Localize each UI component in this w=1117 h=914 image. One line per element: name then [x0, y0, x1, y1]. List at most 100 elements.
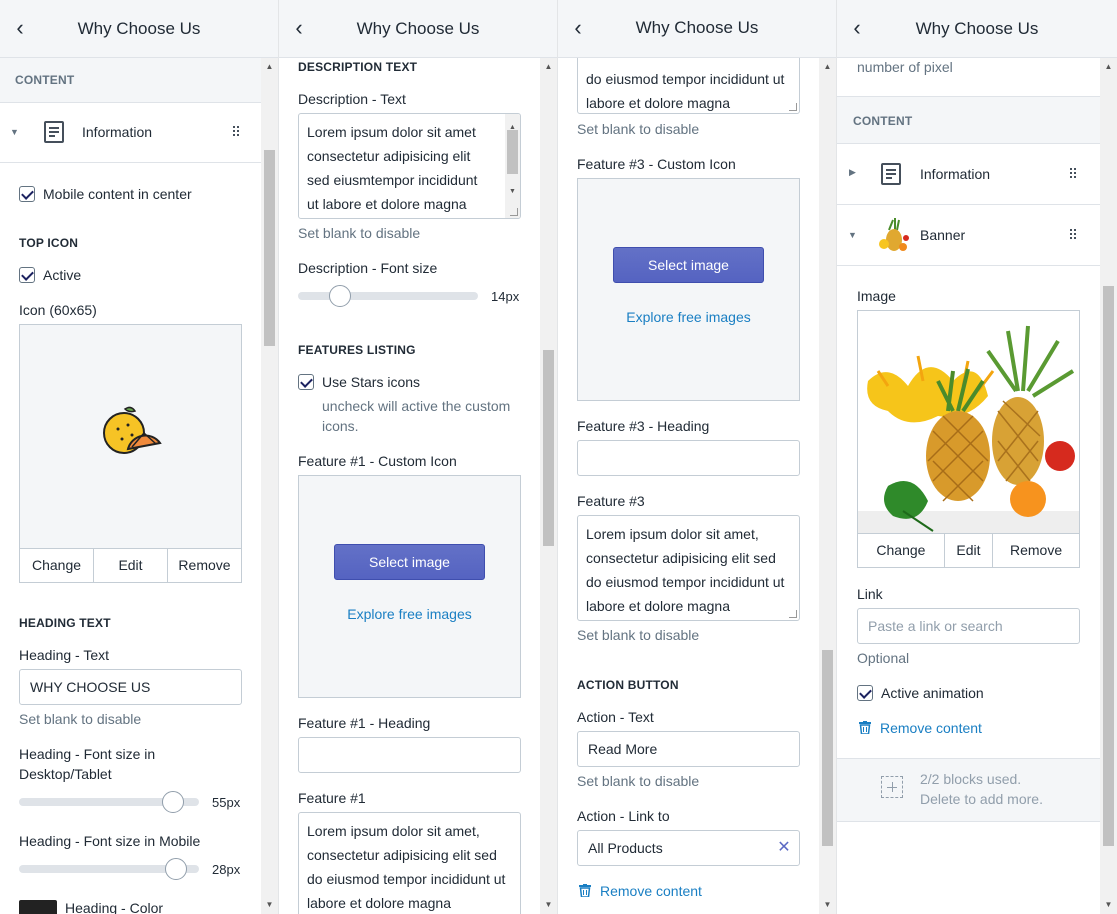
- feature1-heading-input[interactable]: [298, 737, 521, 773]
- trash-icon[interactable]: [579, 884, 591, 897]
- settings-panel-description: ‹ Why Choose Us DESCRIPTION TEXT Descrip…: [279, 0, 558, 914]
- remove-button[interactable]: Remove: [993, 534, 1079, 567]
- textarea-line: do eiusmod tempor incididunt ut: [307, 871, 506, 887]
- feature1-icon-label: Feature #1 - Custom Icon: [298, 453, 457, 469]
- font-desktop-value: 55px: [212, 795, 241, 810]
- feature3-icon-picker: Select image Explore free images: [577, 178, 800, 401]
- section-heading-text: HEADING TEXT: [19, 616, 111, 630]
- link-input[interactable]: Paste a link or search: [857, 608, 1080, 644]
- active-checkbox[interactable]: [19, 267, 35, 283]
- textarea-line: consectetur adipisicing elit sed: [586, 550, 776, 566]
- textarea-line: labore et dolore magna: [307, 895, 451, 911]
- feature3-heading-label: Feature #3 - Heading: [577, 418, 710, 434]
- feature1-icon-picker: Select image Explore free images: [298, 475, 521, 698]
- feature1-textarea[interactable]: Lorem ipsum dolor sit amet, consectetur …: [298, 812, 521, 914]
- remove-content-link[interactable]: Remove content: [880, 720, 982, 736]
- drag-handle-icon[interactable]: [1070, 229, 1078, 241]
- feature3-heading-input[interactable]: [577, 440, 800, 476]
- textarea-line: do eiusmod tempor incididunt ut: [586, 574, 785, 590]
- font-desktop-label-1: Heading - Font size in: [19, 746, 156, 762]
- trash-icon[interactable]: [859, 721, 871, 734]
- active-animation-checkbox[interactable]: [857, 685, 873, 701]
- image-label: Image: [857, 288, 896, 304]
- desc-font-track[interactable]: [298, 292, 478, 300]
- scrollbar[interactable]: ▲ ▼: [261, 58, 278, 914]
- textarea-line: labore et dolore magna: [586, 598, 730, 614]
- explore-free-images-link[interactable]: Explore free images: [299, 606, 520, 622]
- resize-grip[interactable]: [510, 208, 518, 216]
- resize-grip[interactable]: [789, 610, 797, 618]
- desc-font-value: 14px: [491, 289, 520, 304]
- select-image-button[interactable]: Select image: [334, 544, 485, 580]
- change-button[interactable]: Change: [858, 534, 945, 567]
- use-stars-label: Use Stars icons: [322, 374, 421, 390]
- feature3-textarea[interactable]: Lorem ipsum dolor sit amet, consectetur …: [577, 515, 800, 621]
- remove-content-link[interactable]: Remove content: [600, 883, 702, 899]
- fruit-splash-image: [858, 325, 1079, 533]
- description-help: Set blank to disable: [298, 225, 421, 241]
- action-link-input[interactable]: All Products ✕: [577, 830, 800, 866]
- panel-header: ‹ Why Choose Us: [837, 0, 1117, 58]
- mobile-center-label: Mobile content in center: [43, 186, 192, 202]
- orange-fruit-icon: [103, 406, 162, 454]
- scrollbar[interactable]: ▲ ▼: [540, 58, 557, 914]
- scrollbar[interactable]: ▲ ▼: [1100, 58, 1117, 914]
- textarea-line: ut labore et dolore magna: [307, 196, 467, 212]
- edit-button[interactable]: Edit: [945, 534, 994, 567]
- action-text-input[interactable]: Read More: [577, 731, 800, 767]
- explore-free-images-link[interactable]: Explore free images: [578, 309, 799, 325]
- icon-size-label: Icon (60x65): [19, 302, 97, 318]
- delete-more-text: Delete to add more.: [920, 791, 1043, 807]
- block-label-information[interactable]: Information: [920, 166, 990, 182]
- feature2-help: Set blank to disable: [577, 121, 700, 137]
- edit-button[interactable]: Edit: [94, 549, 168, 582]
- section-description-text: DESCRIPTION TEXT: [298, 60, 418, 74]
- use-stars-checkbox[interactable]: [298, 374, 314, 390]
- textarea-line: consectetur adipisicing elit sed: [307, 847, 497, 863]
- panel-header: ‹ Why Choose Us: [0, 0, 278, 58]
- description-textarea[interactable]: Lorem ipsum dolor sit amet consectetur a…: [298, 113, 521, 219]
- heading-color-swatch[interactable]: [19, 900, 57, 914]
- remove-button[interactable]: Remove: [168, 549, 241, 582]
- select-image-button[interactable]: Select image: [613, 247, 764, 283]
- blocks-used-band: [837, 759, 1100, 821]
- section-action-button: ACTION BUTTON: [577, 678, 679, 692]
- caret-right-icon[interactable]: ▶: [849, 167, 856, 178]
- font-mobile-knob[interactable]: [165, 858, 187, 880]
- drag-handle-icon[interactable]: [233, 126, 241, 138]
- block-label-banner[interactable]: Banner: [920, 227, 965, 243]
- link-optional-help: Optional: [857, 650, 910, 666]
- settings-panel-banner: ‹ Why Choose Us number of pixel CONTENT …: [837, 0, 1117, 914]
- desc-font-label: Description - Font size: [298, 260, 438, 276]
- heading-color-label: Heading - Color: [65, 900, 164, 914]
- banner-image-actions: Change Edit Remove: [857, 533, 1080, 568]
- clear-x-icon[interactable]: ✕: [769, 831, 799, 865]
- drag-handle-icon[interactable]: [1070, 168, 1078, 180]
- action-text-label: Action - Text: [577, 709, 654, 725]
- caret-down-icon[interactable]: ▼: [848, 230, 857, 240]
- action-link-label: Action - Link to: [577, 808, 670, 824]
- feature3-help: Set blank to disable: [577, 627, 700, 643]
- feature3-label: Feature #3: [577, 493, 645, 509]
- description-label: Description - Text: [298, 91, 406, 107]
- mobile-center-checkbox[interactable]: [19, 186, 35, 202]
- font-desktop-knob[interactable]: [162, 791, 184, 813]
- active-animation-label: Active animation: [881, 685, 984, 701]
- resize-grip[interactable]: [789, 103, 797, 111]
- block-label-information[interactable]: Information: [82, 124, 152, 140]
- heading-text-input[interactable]: WHY CHOOSE US: [19, 669, 242, 705]
- change-button[interactable]: Change: [20, 549, 94, 582]
- textarea-scrollbar[interactable]: ▲ ▼: [505, 114, 520, 218]
- feature1-label: Feature #1: [298, 790, 366, 806]
- banner-image-preview: [857, 310, 1080, 534]
- caret-down-icon[interactable]: ▼: [10, 127, 19, 137]
- panel-header: ‹ Why Choose Us: [558, 0, 836, 58]
- textarea-line: sed eiusmtempor incididunt: [307, 172, 478, 188]
- textarea-line: Lorem ipsum dolor sit amet,: [586, 526, 759, 542]
- textarea-line: Lorem ipsum dolor sit amet,: [307, 823, 480, 839]
- desc-font-knob[interactable]: [329, 285, 351, 307]
- scrollbar[interactable]: ▲ ▼: [819, 58, 836, 914]
- textarea-line: consectetur adipisicing elit: [307, 148, 471, 164]
- section-content: CONTENT: [853, 114, 913, 128]
- pixel-help: number of pixel: [857, 59, 953, 75]
